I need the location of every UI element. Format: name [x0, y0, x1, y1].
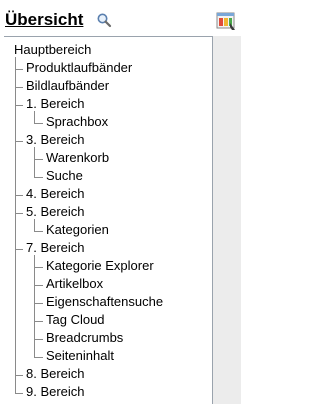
tree-connector — [34, 159, 43, 160]
tree-connector — [34, 339, 43, 340]
tree-item-seiteninhalt[interactable]: Seiteninhalt — [46, 347, 114, 365]
tree-item-produktlaufbaender[interactable]: Produktlaufbänder — [26, 59, 132, 77]
header-bar: Übersicht — [0, 0, 241, 36]
tree-item-warenkorb[interactable]: Warenkorb — [46, 149, 109, 167]
tree-connector — [15, 87, 23, 88]
tree-connector — [15, 393, 23, 394]
tree-connector — [34, 231, 43, 232]
tree-connector — [34, 147, 35, 178]
tree-item-artikelbox[interactable]: Artikelbox — [46, 275, 103, 293]
tree-item-4-bereich[interactable]: 4. Bereich — [26, 185, 85, 203]
tree-item-kategorien[interactable]: Kategorien — [46, 221, 109, 239]
tree-connector — [34, 357, 43, 358]
tree-connector — [15, 69, 23, 70]
tree-item-8-bereich[interactable]: 8. Bereich — [26, 365, 85, 383]
tree-connector — [15, 213, 23, 214]
window-app-icon[interactable] — [215, 10, 237, 32]
tree-connector — [34, 123, 43, 124]
tree-connector — [34, 267, 43, 268]
navigation-tree-panel: Hauptbereich Produktlaufbänder Bildlaufbän… — [4, 36, 213, 404]
tree-item-breadcrumbs[interactable]: Breadcrumbs — [46, 329, 123, 347]
tree-connector — [15, 375, 23, 376]
page-title[interactable]: Übersicht — [5, 10, 83, 30]
tree-connector — [34, 303, 43, 304]
tree-item-kategorie-explorer[interactable]: Kategorie Explorer — [46, 257, 154, 275]
tree-item-bildlaufbaender[interactable]: Bildlaufbänder — [26, 77, 109, 95]
tree-connector — [34, 219, 35, 232]
tree-connector — [15, 57, 16, 394]
tree-item-tag-cloud[interactable]: Tag Cloud — [46, 311, 105, 329]
tree-item-suche[interactable]: Suche — [46, 167, 83, 185]
tree-connector — [15, 141, 23, 142]
tree-connector — [34, 255, 35, 358]
tree-connector — [34, 177, 43, 178]
tree-connector — [15, 105, 23, 106]
tree-connector — [15, 249, 23, 250]
tree-connector — [34, 111, 35, 124]
search-icon[interactable] — [96, 12, 112, 28]
navigation-tree: Hauptbereich Produktlaufbänder Bildlaufbän… — [4, 37, 213, 405]
tree-item-9-bereich[interactable]: 9. Bereich — [26, 383, 85, 401]
tree-item-sprachbox[interactable]: Sprachbox — [46, 113, 108, 131]
tree-connector — [15, 195, 23, 196]
tree-root-item[interactable]: Hauptbereich — [14, 41, 91, 59]
tree-connector — [34, 321, 43, 322]
side-strip — [213, 36, 241, 404]
tree-item-eigenschaftensuche[interactable]: Eigenschaftensuche — [46, 293, 163, 311]
tree-connector — [34, 285, 43, 286]
